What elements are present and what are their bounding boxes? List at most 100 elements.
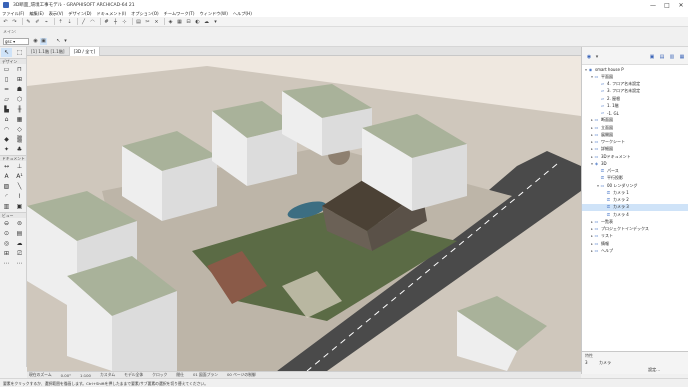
redo-icon[interactable]: ↷ — [11, 18, 18, 25]
tree-item[interactable]: ⎚ カメラ 4 — [582, 211, 688, 218]
text-tool-icon[interactable]: A — [1, 172, 12, 181]
minimize-button[interactable]: — — [646, 0, 660, 10]
render-icon[interactable]: ◐ — [194, 18, 201, 25]
menu-view[interactable]: 表示(V) — [49, 11, 64, 17]
scale-select[interactable]: 1:100 — [78, 373, 91, 378]
3d-viewport[interactable] — [27, 56, 581, 371]
change-tool-icon[interactable]: ☁ — [14, 239, 25, 248]
lamp-tool-icon[interactable]: ✦ — [1, 145, 12, 154]
layer-select[interactable]: gsc ▾ — [3, 38, 29, 45]
floor-up-icon[interactable]: ⇡ — [57, 18, 64, 25]
tree-item[interactable]: ▾ ▭ 平面図 — [582, 73, 688, 80]
dimension-tool-icon[interactable]: ↔ — [1, 162, 12, 171]
curtain-wall-tool-icon[interactable]: ▦ — [14, 115, 25, 124]
teamwork-icon[interactable]: ☁ — [203, 18, 210, 25]
menu-window[interactable]: ウィンドウ(W) — [199, 11, 227, 17]
tree-item[interactable]: ▸ ▭ 3Dドキュメント — [582, 153, 688, 160]
view-map-icon[interactable]: ▣ — [648, 54, 656, 61]
menu-edit[interactable]: 編集(E) — [29, 11, 43, 17]
snap-icon[interactable]: ⊹ — [121, 18, 128, 25]
mesh-tool-icon[interactable]: ▒ — [14, 135, 25, 144]
3d-view-icon[interactable]: ◈ — [167, 18, 174, 25]
menu-design[interactable]: デザイン(D) — [68, 11, 91, 17]
syringe-icon[interactable]: ⌁ — [43, 18, 50, 25]
eyedropper-icon[interactable]: ✐ — [34, 18, 41, 25]
label-tool-icon[interactable]: A¹ — [14, 172, 25, 181]
floor-down-icon[interactable]: ⇣ — [66, 18, 73, 25]
railing-tool-icon[interactable]: ╫ — [14, 105, 25, 114]
tree-item[interactable]: ▸ ▭ ワークシート — [582, 139, 688, 146]
line-icon[interactable]: ╱ — [80, 18, 87, 25]
roof-tool-icon[interactable]: ⌂ — [1, 115, 12, 124]
arc-icon[interactable]: ◠ — [89, 18, 96, 25]
tree-item[interactable]: ▸ ▭ 情報 — [582, 240, 688, 247]
publisher-icon[interactable]: ▥ — [668, 54, 676, 61]
tree-item[interactable]: ▾ ◈ 3D — [582, 160, 688, 167]
object-tool-icon[interactable]: ☗ — [14, 85, 25, 94]
detail-tool-icon[interactable]: ◎ — [1, 239, 12, 248]
tree-item[interactable]: ▱ 2. 屋根 — [582, 95, 688, 102]
elevation-tool-icon[interactable]: ⊜ — [14, 219, 25, 228]
chevron-down-icon[interactable]: ▾ — [593, 54, 601, 61]
guide-icon[interactable]: ┼ — [112, 18, 119, 25]
tab-floor-plan[interactable]: [1] 1.1階 [1.1階] — [27, 47, 70, 56]
menu-file[interactable]: ファイル(F) — [2, 11, 24, 17]
tree-item[interactable]: ▸ ▭ 展開図 — [582, 131, 688, 138]
grid-tool-icon[interactable]: ⊞ — [1, 249, 12, 258]
selected-tool-icon[interactable]: ▣ — [40, 38, 47, 45]
more-tool-icon[interactable]: ⋯ — [1, 259, 12, 268]
stair-tool-icon[interactable]: ▙ — [1, 105, 12, 114]
maximize-button[interactable]: □ — [660, 0, 674, 10]
door-tool-icon[interactable]: ⊓ — [14, 65, 25, 74]
section-icon[interactable]: ⊟ — [185, 18, 192, 25]
window-tool-icon[interactable]: ⊞ — [14, 75, 25, 84]
tree-item[interactable]: ⎚ カメラ 1 — [582, 189, 688, 196]
floor-plan-icon[interactable]: ▦ — [176, 18, 183, 25]
tree-item[interactable]: ⎚ カメラ 2 — [582, 197, 688, 204]
tree-item[interactable]: ⎚ 平行投影 — [582, 175, 688, 182]
line-tool-icon[interactable]: ╲ — [14, 182, 25, 191]
fill-tool-icon[interactable]: ▨ — [1, 182, 12, 191]
pencil-icon[interactable]: ✎ — [25, 18, 32, 25]
arc-tool-icon[interactable]: ◜ — [1, 192, 12, 201]
polyline-tool-icon[interactable]: ⌇ — [14, 192, 25, 201]
trim-icon[interactable]: ✂ — [144, 18, 151, 25]
intersect-icon[interactable]: ⨯ — [153, 18, 160, 25]
skylight-tool-icon[interactable]: ◇ — [14, 125, 25, 134]
tree-item[interactable]: ⎚ カメラ 3 — [582, 203, 688, 211]
undo-icon[interactable]: ↶ — [2, 18, 9, 25]
tree-item[interactable]: ▸ ▭ プロジェクトインデックス — [582, 226, 688, 233]
shell-tool-icon[interactable]: ◠ — [1, 125, 12, 134]
menu-options[interactable]: オプション(O) — [131, 11, 159, 17]
menu-teamwork[interactable]: チームワーク(T) — [164, 11, 195, 17]
tree-item[interactable]: ▾ ▭ 00 レンダリング — [582, 182, 688, 189]
layout-book-icon[interactable]: ▤ — [658, 54, 666, 61]
eye-icon[interactable]: ◉ — [32, 38, 39, 45]
tree-item[interactable]: ▱ -1. GL — [582, 110, 688, 117]
tree-item[interactable]: ▸ ▭ 一覧表 — [582, 218, 688, 225]
chevron-down-icon[interactable]: ▾ — [212, 18, 219, 25]
wall-tool-icon[interactable]: ▭ — [1, 65, 12, 74]
tree-item[interactable]: ⎚ パース — [582, 168, 688, 175]
organizer-icon[interactable]: ▦ — [678, 54, 686, 61]
arrow-icon[interactable]: ↖ — [55, 38, 62, 45]
tree-item[interactable]: ▾ ◉ smart house P — [582, 66, 688, 73]
layer-icon[interactable]: ▤ — [135, 18, 142, 25]
close-button[interactable]: ✕ — [674, 0, 688, 10]
tree-item[interactable]: ▸ ▭ 詳細図 — [582, 146, 688, 153]
interior-elevation-tool-icon[interactable]: ⊙ — [1, 229, 12, 238]
project-map-icon[interactable]: ◉ — [585, 54, 593, 61]
document-section-header[interactable]: ドキュメント — [0, 155, 26, 161]
chevron-down-icon[interactable]: ▾ — [62, 38, 69, 45]
slab-tool-icon[interactable]: ▱ — [1, 95, 12, 104]
marquee-tool-icon[interactable]: ⬚ — [14, 48, 25, 57]
rotation-value[interactable]: 0.00° — [59, 373, 71, 378]
tree-item[interactable]: ▸ ▭ 立面図 — [582, 124, 688, 131]
tree-item[interactable]: ▱ 4. フロア名未設定 — [582, 81, 688, 88]
drawing-tool-icon[interactable]: ▥ — [1, 202, 12, 211]
beam-tool-icon[interactable]: ═ — [1, 85, 12, 94]
menu-help[interactable]: ヘルプ(H) — [233, 11, 252, 17]
figure-tool-icon[interactable]: ▣ — [14, 202, 25, 211]
arrow-tool-icon[interactable]: ↖ — [1, 48, 12, 57]
tree-item[interactable]: ▱ 1. 1階 — [582, 102, 688, 109]
